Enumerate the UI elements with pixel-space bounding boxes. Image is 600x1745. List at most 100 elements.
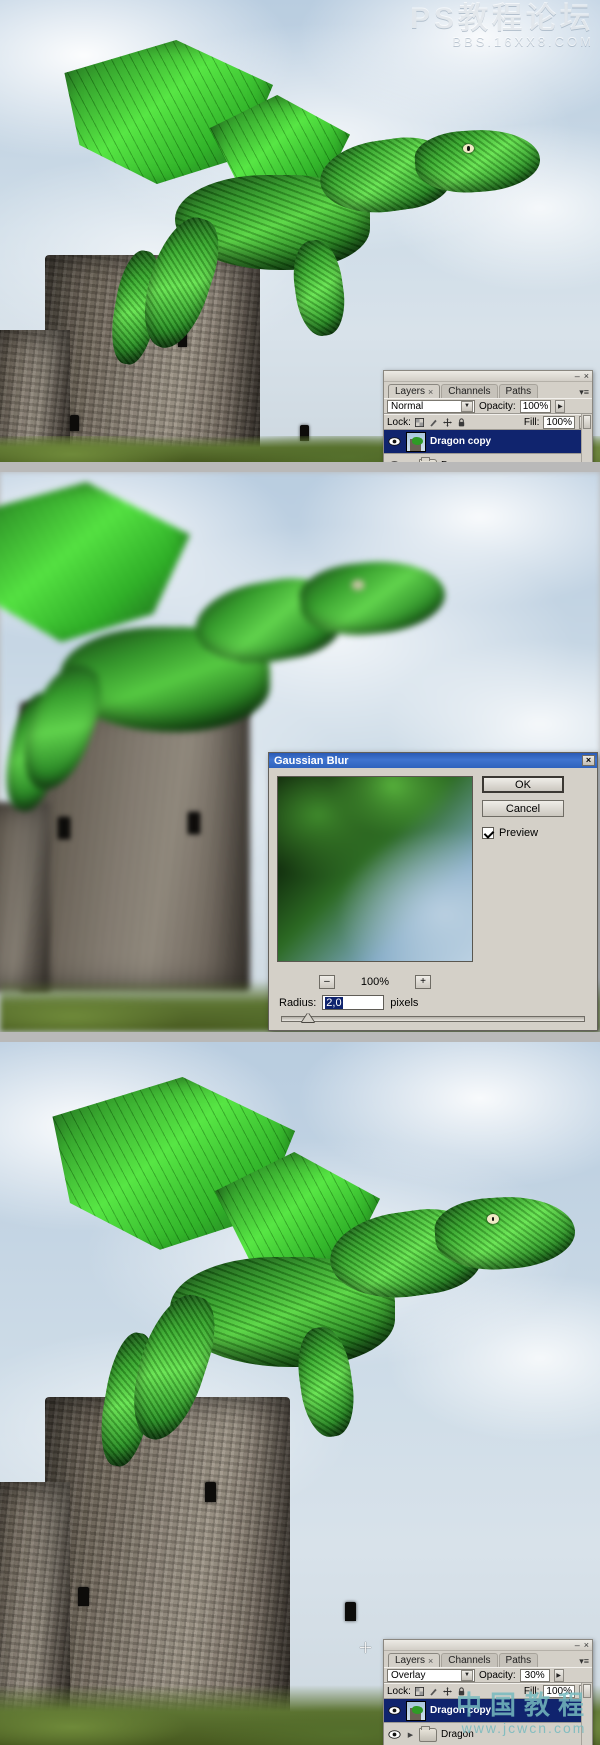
preview-checkbox[interactable] (482, 827, 494, 839)
dragon-eye (487, 1214, 499, 1224)
radius-row[interactable]: Radius: 2,0 pixels (269, 989, 597, 1010)
layer-visibility-toggle[interactable] (386, 437, 402, 446)
lock-row[interactable]: Lock: Fill: 100% ▶ (384, 414, 592, 430)
tab-paths[interactable]: Paths (498, 384, 539, 398)
layer-row-dragon-group[interactable]: ▶ Dragon (384, 1723, 592, 1745)
layer-visibility-toggle[interactable] (386, 1706, 402, 1715)
tab-layers[interactable]: Layers × (388, 384, 441, 398)
layer-row-dragon-copy[interactable]: Dragon copy (384, 1699, 592, 1723)
scrollbar-thumb[interactable] (583, 415, 591, 429)
chevron-right-icon[interactable]: ▶ (406, 1731, 415, 1739)
tab-channels-label: Channels (448, 1655, 491, 1666)
layer-row-dragon-copy[interactable]: Dragon copy (384, 430, 592, 454)
layer-thumbnail[interactable] (406, 1700, 426, 1721)
lock-all-icon[interactable] (457, 417, 466, 427)
preview-zoom-controls[interactable]: – 100% + (277, 975, 473, 989)
opacity-label: Opacity: (479, 400, 516, 412)
panel-scrollbar[interactable] (581, 414, 592, 462)
lock-image-icon[interactable] (429, 418, 438, 427)
layers-panel-top[interactable]: – × Layers × Channels Paths ▾≡ Normal ▼ … (383, 370, 593, 462)
close-icon[interactable]: × (582, 755, 595, 766)
cancel-button[interactable]: Cancel (482, 800, 564, 817)
lock-all-icon[interactable] (457, 1686, 466, 1696)
lock-image-icon[interactable] (429, 1687, 438, 1696)
minimize-icon[interactable]: – (575, 371, 580, 381)
fill-value: 100% (546, 416, 572, 428)
castle-window-2 (205, 1482, 216, 1502)
zoom-in-button[interactable]: + (415, 975, 432, 989)
fill-input[interactable]: 100% (543, 1684, 575, 1698)
tab-channels[interactable]: Channels (441, 384, 498, 398)
group-visibility-toggle[interactable] (386, 461, 402, 462)
close-icon[interactable]: × (584, 371, 589, 381)
opacity-input[interactable]: 30% (519, 1668, 550, 1682)
radius-slider[interactable] (269, 1010, 597, 1030)
dialog-body: OK Cancel Preview (269, 768, 597, 970)
blend-mode-row[interactable]: Normal ▼ Opacity: 100% ▶ (384, 398, 592, 414)
close-icon[interactable]: × (584, 1640, 589, 1650)
lock-position-icon[interactable] (442, 1686, 452, 1696)
tab-channels[interactable]: Channels (441, 1653, 498, 1667)
panel-titlebar[interactable]: – × (384, 371, 592, 382)
ok-button[interactable]: OK (482, 776, 564, 793)
preview-checkbox-row[interactable]: Preview (482, 827, 564, 839)
fill-label: Fill: (523, 416, 540, 428)
tab-paths[interactable]: Paths (498, 1653, 539, 1667)
blend-mode-select[interactable]: Overlay ▼ (387, 1668, 475, 1682)
opacity-stepper-icon[interactable]: ▶ (553, 1668, 564, 1682)
chevron-down-icon[interactable]: ▼ (461, 400, 473, 412)
chevron-right-icon[interactable]: ▶ (406, 462, 415, 463)
tab-paths-label: Paths (505, 386, 532, 397)
panel-tab-bar[interactable]: Layers × Channels Paths ▾≡ (384, 382, 592, 398)
eye-icon[interactable] (387, 1730, 401, 1739)
zoom-out-button[interactable]: – (318, 975, 335, 989)
opacity-label: Opacity: (479, 1669, 516, 1681)
radius-units: pixels (390, 996, 419, 1009)
step-2-screenshot: Gaussian Blur × OK Cancel Preview – 100%… (0, 472, 600, 1032)
panel-menu-icon[interactable]: ▾≡ (579, 1657, 589, 1666)
tab-close-icon[interactable]: × (428, 1656, 433, 1666)
layers-panel-bottom[interactable]: – × Layers × Channels Paths ▾≡ Overlay ▼… (383, 1639, 593, 1745)
lock-position-icon[interactable] (442, 417, 452, 427)
lock-row[interactable]: Lock: Fill: 100% ▶ (384, 1683, 592, 1699)
panel-scrollbar[interactable] (581, 1683, 592, 1745)
scrollbar-thumb[interactable] (583, 1684, 591, 1698)
blend-mode-row[interactable]: Overlay ▼ Opacity: 30% ▶ (384, 1667, 592, 1683)
panel-titlebar[interactable]: – × (384, 1640, 592, 1651)
eye-icon[interactable] (387, 437, 401, 446)
castle-window-1 (70, 415, 79, 431)
layer-thumbnail[interactable] (406, 431, 426, 452)
panel-menu-icon[interactable]: ▾≡ (579, 388, 589, 397)
minimize-icon[interactable]: – (575, 1640, 580, 1650)
eye-icon[interactable] (387, 1706, 401, 1715)
folder-icon (419, 1725, 437, 1742)
chevron-down-icon[interactable]: ▼ (461, 1669, 473, 1681)
opacity-input[interactable]: 100% (519, 399, 552, 413)
slider-handle[interactable] (302, 1013, 314, 1022)
dialog-titlebar[interactable]: Gaussian Blur × (269, 753, 597, 768)
opacity-value: 100% (522, 400, 549, 412)
gaussian-blur-dialog[interactable]: Gaussian Blur × OK Cancel Preview – 100%… (268, 752, 598, 1031)
group-visibility-toggle[interactable] (386, 1730, 402, 1739)
tab-layers-label: Layers (395, 1655, 426, 1666)
preview-image (278, 777, 472, 961)
opacity-stepper-icon[interactable]: ▶ (555, 399, 566, 413)
lock-transparent-icon[interactable] (414, 1686, 424, 1696)
fill-input[interactable]: 100% (543, 415, 575, 429)
castle-tower (45, 1397, 290, 1727)
dialog-actions: OK Cancel Preview (482, 776, 564, 962)
radius-input[interactable]: 2,0 (322, 995, 385, 1010)
blur-preview[interactable] (277, 776, 473, 962)
opacity-value: 30% (524, 1669, 545, 1681)
slider-track[interactable] (281, 1016, 585, 1022)
tab-close-icon[interactable]: × (428, 387, 433, 397)
tab-layers[interactable]: Layers × (388, 1653, 441, 1667)
blend-mode-select[interactable]: Normal ▼ (387, 399, 475, 413)
layer-row-dragon-group[interactable]: ▶ Dragon (384, 454, 592, 462)
eye-icon[interactable] (388, 461, 401, 462)
panel-tab-bar[interactable]: Layers × Channels Paths ▾≡ (384, 1651, 592, 1667)
lock-label: Lock: (387, 416, 411, 428)
dragon-eye (352, 580, 364, 590)
lock-transparent-icon[interactable] (414, 417, 424, 427)
tab-channels-label: Channels (448, 386, 491, 397)
